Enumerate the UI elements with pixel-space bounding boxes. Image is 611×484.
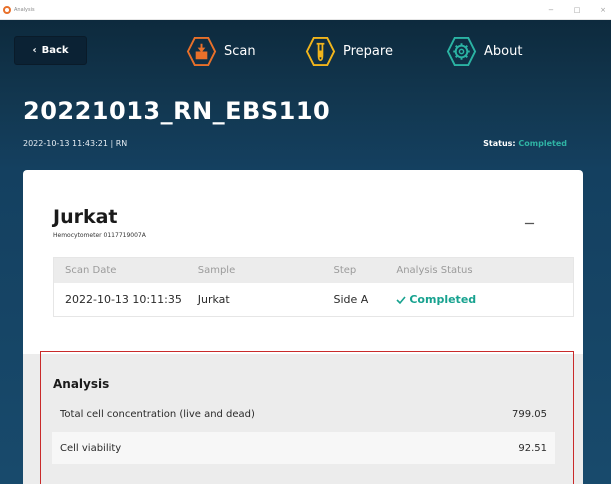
nav-about[interactable]: About [446, 34, 522, 68]
status-text: Completed [409, 293, 477, 306]
nav-prepare-label: Prepare [343, 43, 393, 59]
checkmark-icon [396, 295, 406, 304]
metric-row-viability: Cell viability 92.51 [52, 432, 555, 464]
minimize-button[interactable]: − [547, 6, 555, 14]
nav-scan-label: Scan [224, 43, 256, 59]
col-scan-date: Scan Date [65, 265, 117, 276]
window-titlebar: Analysis − □ × [0, 0, 611, 20]
window-controls: − □ × [547, 0, 607, 20]
metric-label: Total cell concentration (live and dead) [60, 408, 255, 420]
window-title: Analysis [14, 6, 35, 13]
metric-label: Cell viability [60, 442, 122, 454]
col-analysis-status: Analysis Status [396, 265, 473, 276]
nav-prepare[interactable]: Prepare [305, 34, 393, 68]
gear-icon [446, 36, 477, 66]
page-header: ‹ Back Scan Prepare About 20221013_RN_EB… [0, 20, 611, 170]
sample-subtitle: Hemocytometer 0117719007A [53, 232, 146, 239]
back-button-label: Back [41, 45, 69, 56]
scan-table-header: Scan Date Sample Step Analysis Status [54, 258, 573, 283]
cell-sample: Jurkat [197, 293, 230, 306]
nav-scan[interactable]: Scan [186, 34, 256, 68]
analysis-title: Analysis [53, 377, 110, 391]
maximize-button[interactable]: □ [573, 6, 581, 14]
run-meta: 2022-10-13 11:43:21 | RN [23, 139, 128, 148]
col-step: Step [333, 265, 357, 276]
nav-about-label: About [484, 43, 523, 59]
cell-analysis-status: Completed [393, 293, 573, 306]
sample-name: Jurkat [53, 206, 118, 228]
back-button[interactable]: ‹ Back [14, 36, 87, 65]
scan-table: Scan Date Sample Step Analysis Status 20… [53, 257, 574, 317]
page-title: 20221013_RN_EBS110 [23, 97, 331, 125]
status-label: Status: [483, 139, 516, 148]
status-badge: Completed [518, 139, 567, 148]
cell-scan-date: 2022-10-13 10:11:35 [65, 293, 182, 306]
scan-icon [186, 36, 217, 66]
run-status: Status: Completed [483, 139, 567, 148]
metric-value: 799.05 [512, 408, 547, 420]
sample-card: Jurkat Hemocytometer 0117719007A Scan Da… [23, 170, 583, 484]
app-logo-icon [3, 5, 11, 14]
metric-value: 92.51 [518, 442, 547, 454]
col-sample: Sample [197, 265, 236, 276]
minus-icon[interactable] [524, 218, 535, 229]
close-button[interactable]: × [599, 6, 607, 14]
chevron-left-icon: ‹ [32, 45, 37, 56]
prepare-icon [305, 36, 336, 66]
cell-step: Side A [333, 293, 369, 306]
table-row[interactable]: 2022-10-13 10:11:35 Jurkat Side A Comple… [54, 283, 573, 316]
metric-row-concentration: Total cell concentration (live and dead)… [52, 398, 555, 430]
